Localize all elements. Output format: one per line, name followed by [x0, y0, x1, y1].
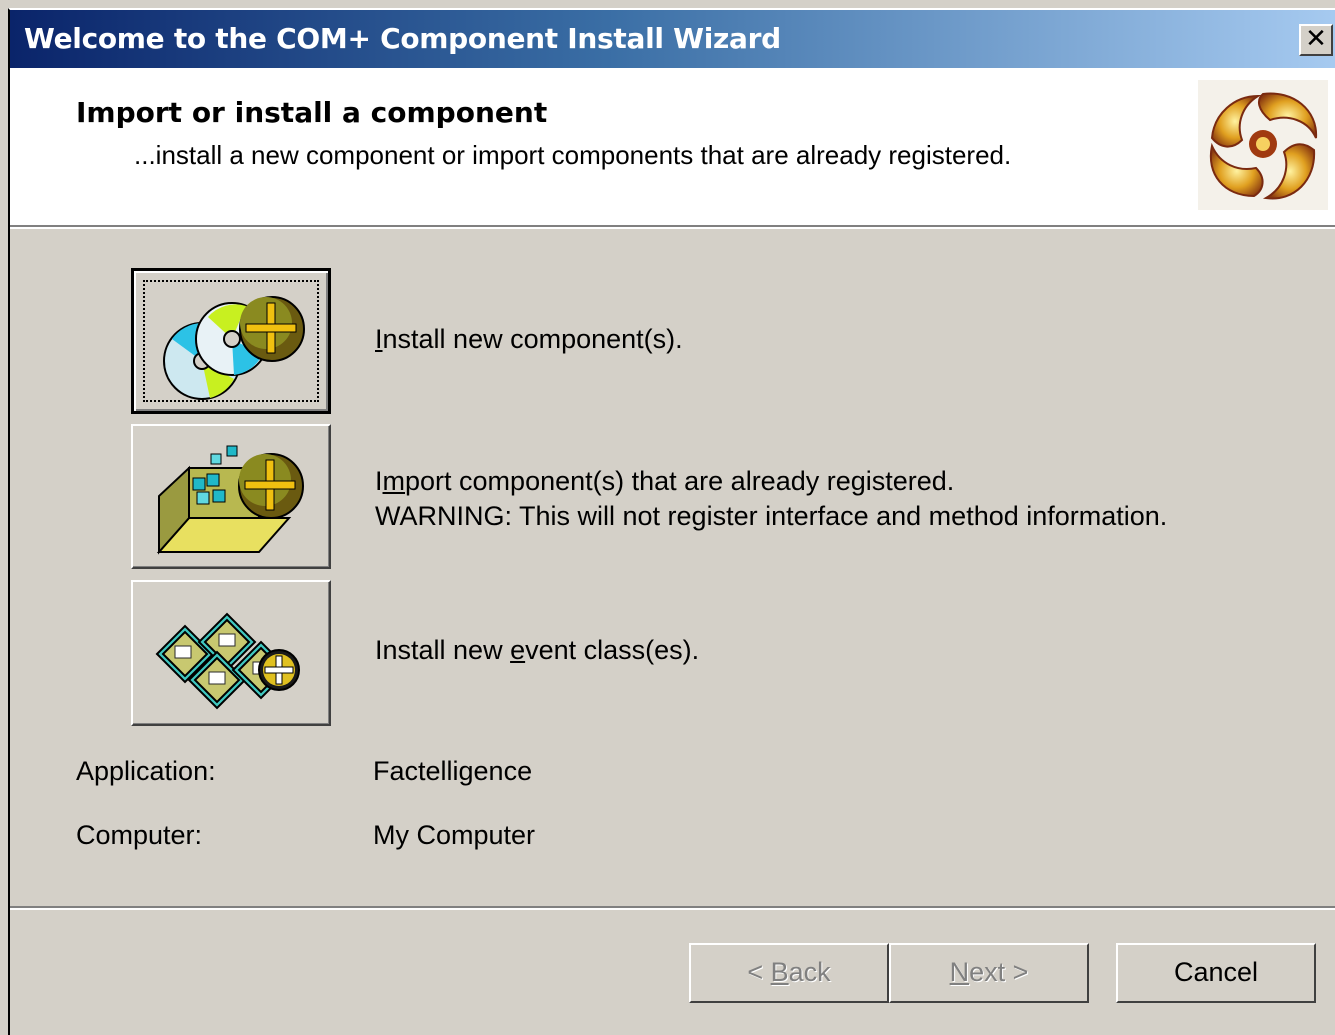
install-new-components-label: Install new component(s). [375, 324, 683, 354]
header-divider-highlight [10, 227, 1335, 229]
computer-label: Computer: [76, 820, 203, 850]
title-bar: Welcome to the COM+ Component Install Wi… [8, 10, 1335, 68]
install-new-components-button[interactable] [131, 268, 331, 414]
import-warning-text: WARNING: This will not register interfac… [375, 501, 1168, 531]
import-components-icon [156, 445, 304, 555]
import-components-button[interactable] [131, 424, 331, 569]
page-subtitle: ...install a new component or import com… [134, 140, 1012, 170]
install-event-class-button[interactable] [131, 580, 331, 726]
install-event-class-label: Install new event class(es). [375, 635, 700, 665]
page-title: Import or install a component [76, 96, 548, 129]
next-button[interactable]: Next > [889, 943, 1089, 1003]
close-button[interactable]: ✕ [1299, 24, 1333, 56]
cancel-button[interactable]: Cancel [1116, 943, 1316, 1003]
wizard-header: Import or install a component ...install… [10, 68, 1335, 225]
close-icon: ✕ [1305, 24, 1327, 54]
back-button[interactable]: < Back [689, 943, 889, 1003]
application-value: Factelligence [373, 756, 533, 786]
import-components-label: Import component(s) that are already reg… [375, 466, 955, 496]
com-plus-swirl-icon [1198, 80, 1328, 210]
computer-value: My Computer [373, 820, 536, 850]
application-label: Application: [76, 756, 216, 786]
install-event-class-icon [155, 612, 300, 710]
footer-divider-highlight [10, 908, 1335, 910]
window-title: Welcome to the COM+ Component Install Wi… [24, 22, 781, 55]
install-components-icon [163, 296, 305, 400]
